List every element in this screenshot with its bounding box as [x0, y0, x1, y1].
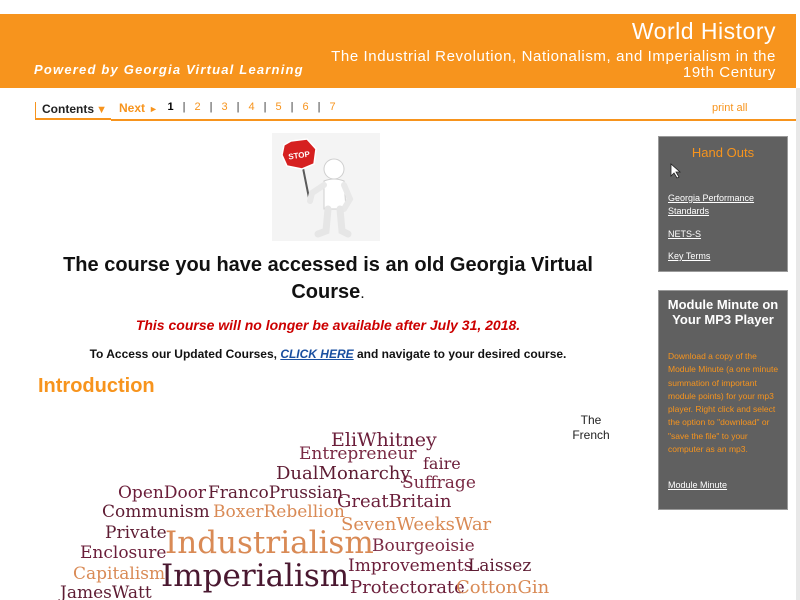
word-cloud-word: Bourgeoisie [372, 536, 475, 556]
page-separator: | [182, 101, 186, 113]
next-arrow-icon: ► [149, 104, 158, 114]
stop-sign-figure-image: STOP [272, 133, 380, 241]
word-cloud-word: Entrepreneur [299, 444, 417, 464]
key-terms-link[interactable]: Key Terms [668, 250, 778, 263]
word-cloud-word: Suffrage [402, 473, 476, 493]
word-cloud-image: EliWhitney Entrepreneur faire DualMonarc… [50, 428, 570, 600]
word-cloud-word: CottonGin [456, 577, 550, 598]
word-cloud-word: faire [423, 454, 461, 473]
word-cloud-word: Improvements [348, 556, 473, 576]
module-minute-panel: Module Minute on Your MP3 Player Downloa… [658, 290, 788, 510]
page-link-6[interactable]: 6 [301, 101, 310, 113]
handouts-panel: Hand Outs Georgia Performance Standards … [658, 136, 788, 272]
access-instructions: To Access our Updated Courses, CLICK HER… [40, 347, 616, 361]
module-minute-link[interactable]: Module Minute [668, 480, 727, 490]
access-prefix: To Access our Updated Courses, [89, 347, 281, 361]
heading-period: . [360, 285, 365, 302]
handouts-title: Hand Outs [691, 145, 755, 160]
word-cloud-word: GreatBritain [337, 491, 452, 512]
nets-s-link[interactable]: NETS-S [668, 228, 778, 241]
cursor-icon [670, 163, 681, 179]
page-links: 1 | 2 | 3 | 4 | 5 | 6 | 7 [166, 101, 337, 113]
print-all-link[interactable]: print all [712, 102, 747, 114]
old-course-heading-text: The course you have accessed is an old G… [63, 254, 593, 303]
word-cloud-word: Private [105, 523, 167, 543]
page-separator: | [317, 101, 321, 113]
page-separator: | [236, 101, 240, 113]
word-cloud-word: Enclosure [80, 543, 167, 563]
page-link-5[interactable]: 5 [274, 101, 283, 113]
page-link-1[interactable]: 1 [166, 101, 175, 113]
page-separator: | [263, 101, 267, 113]
word-cloud-word: DualMonarchy [276, 463, 411, 484]
word-cloud-word: Capitalism [73, 564, 166, 584]
next-button[interactable]: Next ► [119, 101, 158, 115]
module-minute-description: Download a copy of the Module Minute (a … [668, 351, 779, 455]
top-strip [0, 0, 800, 14]
click-here-link[interactable]: CLICK HERE [280, 347, 353, 361]
nav-divider [111, 119, 796, 121]
course-title: World History [631, 18, 776, 44]
word-cloud-word: Imperialism [161, 558, 350, 594]
access-suffix: and navigate to your desired course. [353, 347, 567, 361]
word-cloud-word: FrancoPrussian [208, 483, 344, 503]
word-cloud-word: OpenDoor [118, 483, 207, 503]
page-separator: | [290, 101, 294, 113]
word-cloud-word: Communism [102, 502, 210, 522]
contents-label: Contents [42, 102, 94, 116]
word-cloud-word: Protectorate [350, 577, 465, 598]
introduction-heading: Introduction [38, 375, 155, 397]
word-cloud-word: Laissez [468, 556, 532, 576]
page-link-7[interactable]: 7 [328, 101, 337, 113]
word-cloud-word: Industrialism [165, 525, 374, 561]
powered-by-label: Powered by Georgia Virtual Learning [34, 62, 304, 77]
page-navigation: Contents ▼ Next ► 1 | 2 | 3 | 4 | 5 | 6 | 7 print all [0, 88, 796, 121]
old-course-heading: The course you have accessed is an old G… [40, 252, 616, 307]
next-label: Next [119, 101, 146, 115]
header-banner: World History The Industrial Revolution,… [0, 14, 796, 88]
dropdown-arrow-icon: ▼ [96, 104, 107, 116]
page-link-2[interactable]: 2 [193, 101, 202, 113]
page-scroll-edge [796, 88, 800, 600]
georgia-performance-standards-link[interactable]: Georgia Performance Standards [668, 192, 778, 218]
word-cloud-word: JamesWatt [60, 583, 152, 600]
page-link-4[interactable]: 4 [247, 101, 256, 113]
module-minute-title: Module Minute on Your MP3 Player [667, 297, 779, 327]
availability-warning: This course will no longer be available … [135, 317, 521, 333]
contents-dropdown[interactable]: Contents ▼ [35, 102, 111, 120]
page-link-3[interactable]: 3 [220, 101, 229, 113]
page-separator: | [209, 101, 213, 113]
course-subtitle: The Industrial Revolution, Nationalism, … [331, 48, 776, 81]
word-cloud-word: BoxerRebellion [213, 502, 345, 522]
side-note-text: The French [572, 413, 610, 442]
